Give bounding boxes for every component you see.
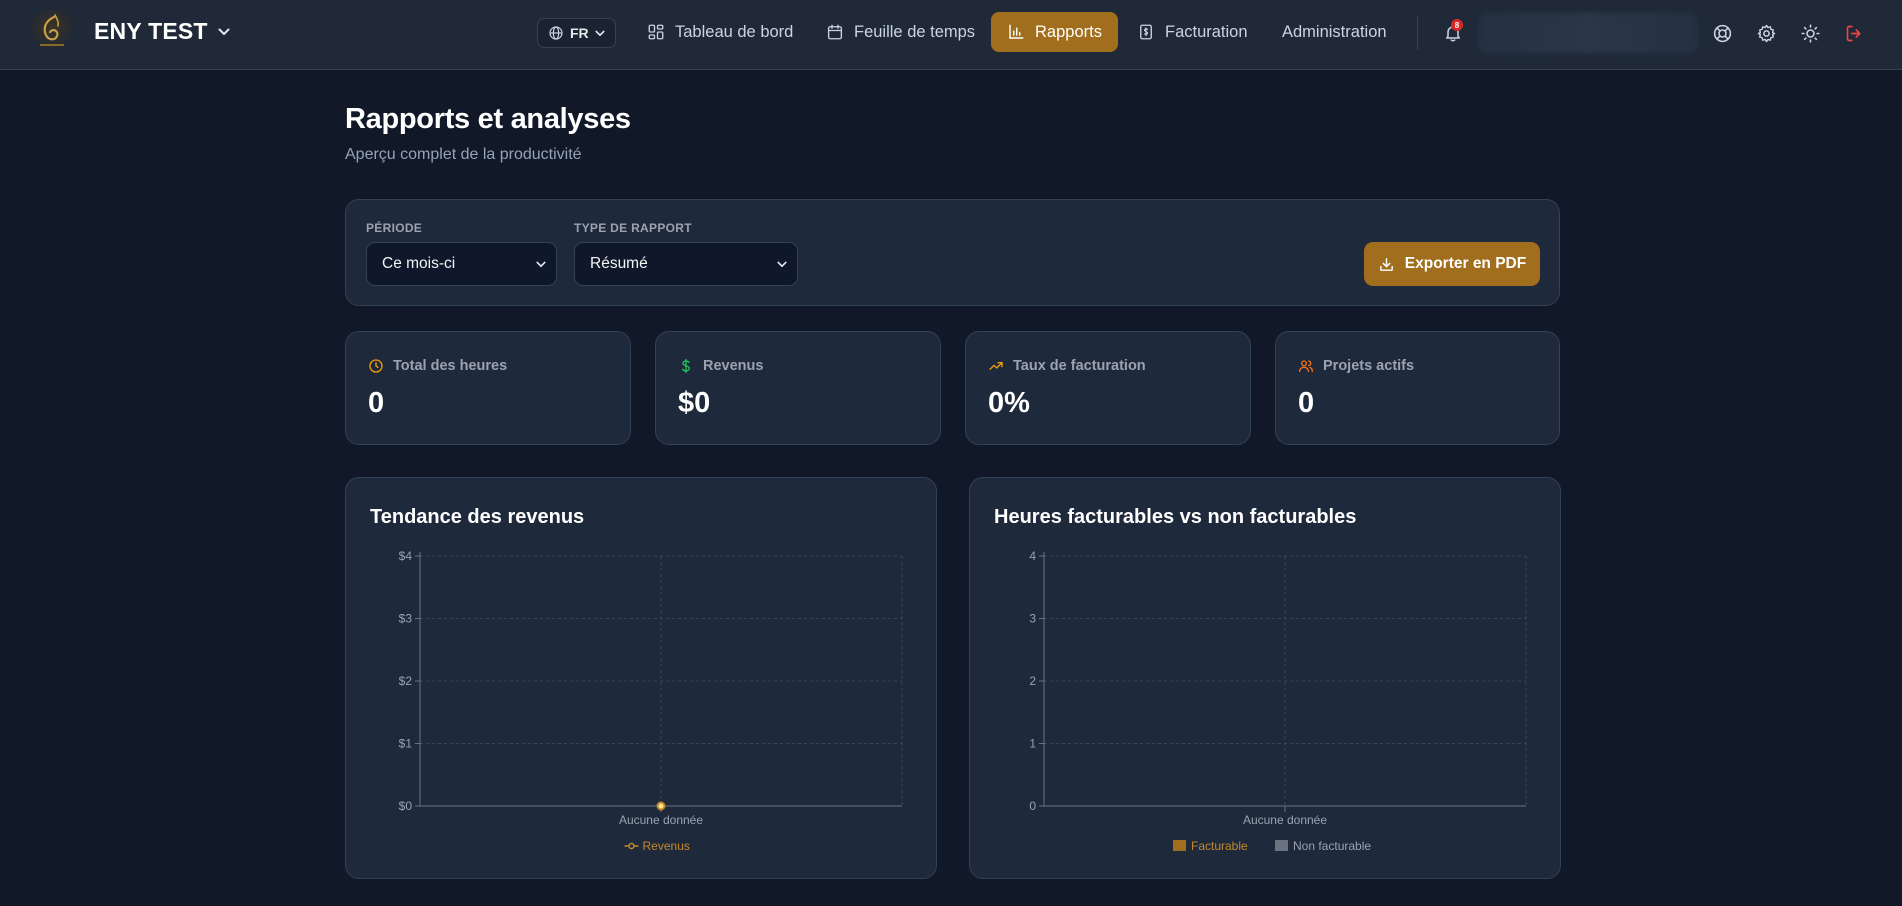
stat-card-billing-rate: Taux de facturation 0% bbox=[965, 331, 1251, 445]
chevron-down-icon bbox=[777, 261, 787, 267]
stat-label: Taux de facturation bbox=[1013, 358, 1146, 374]
language-selector[interactable]: FR bbox=[537, 18, 616, 48]
chevron-down-icon bbox=[595, 30, 605, 36]
bar-chart-icon bbox=[1009, 24, 1024, 39]
y-tick-label: $1 bbox=[399, 737, 413, 751]
top-navbar: ENY TEST FR Tableau de bord Feuille de t… bbox=[0, 0, 1902, 70]
y-tick-label: 1 bbox=[1029, 737, 1036, 751]
logo-mark-icon bbox=[40, 14, 64, 46]
clock-icon bbox=[369, 359, 383, 373]
chevron-down-icon bbox=[218, 28, 230, 35]
settings-button[interactable] bbox=[1752, 19, 1780, 47]
page-subtitle: Aperçu complet de la productivité bbox=[345, 146, 582, 163]
theme-toggle-button[interactable] bbox=[1796, 19, 1824, 47]
nav-label: Rapports bbox=[1035, 22, 1102, 41]
nav-dashboard[interactable]: Tableau de bord bbox=[631, 12, 809, 52]
revenue-trend-chart: $0 $1 $2 $3 $4 Aucune donnée Revenus bbox=[399, 549, 903, 853]
nav-reports[interactable]: Rapports bbox=[991, 12, 1118, 52]
help-button[interactable] bbox=[1708, 19, 1736, 47]
stat-value: 0 bbox=[368, 387, 385, 419]
period-label: PÉRIODE bbox=[366, 221, 423, 235]
legend-label: Facturable bbox=[1191, 839, 1248, 853]
y-tick-label: 4 bbox=[1029, 549, 1036, 563]
data-point bbox=[656, 801, 666, 811]
stat-card-total-hours: Total des heures 0 bbox=[345, 331, 631, 445]
calendar-icon bbox=[827, 24, 843, 40]
report-type-select-value: Résumé bbox=[590, 255, 648, 272]
report-type-select[interactable]: Résumé bbox=[574, 242, 798, 286]
y-tick-label: 3 bbox=[1029, 612, 1036, 626]
stat-label: Projets actifs bbox=[1323, 358, 1415, 374]
company-logo[interactable] bbox=[30, 10, 74, 54]
period-select[interactable]: Ce mois-ci bbox=[366, 242, 557, 286]
x-tick-label: Aucune donnée bbox=[1243, 813, 1327, 827]
y-tick-label: 0 bbox=[1029, 799, 1036, 813]
legend-label: Non facturable bbox=[1293, 839, 1371, 853]
stat-value: 0% bbox=[988, 387, 1030, 419]
stat-header: Projets actifs bbox=[1298, 358, 1414, 374]
user-profile-redacted[interactable] bbox=[1478, 13, 1698, 53]
notification-count-badge: 8 bbox=[1451, 19, 1463, 31]
y-tick-label: $2 bbox=[399, 674, 413, 688]
logout-button[interactable] bbox=[1840, 19, 1868, 47]
stat-label: Total des heures bbox=[393, 358, 508, 374]
page-title: Rapports et analyses bbox=[345, 103, 631, 135]
stat-label: Revenus bbox=[703, 358, 764, 374]
stat-card-revenue: Revenus $0 bbox=[655, 331, 941, 445]
nav-label: Tableau de bord bbox=[675, 22, 794, 41]
users-icon bbox=[1299, 360, 1313, 372]
nav-divider bbox=[1417, 16, 1418, 50]
sun-icon bbox=[1800, 23, 1820, 43]
billable-hours-card: Heures facturables vs non facturables 01… bbox=[969, 477, 1561, 879]
period-select-value: Ce mois-ci bbox=[382, 255, 456, 272]
export-pdf-button[interactable]: Exporter en PDF bbox=[1364, 242, 1540, 286]
legend-swatch bbox=[1275, 840, 1288, 851]
dashboard-icon bbox=[648, 24, 664, 40]
stat-value: 0 bbox=[1298, 387, 1315, 419]
globe-icon bbox=[549, 26, 563, 40]
language-code: FR bbox=[570, 25, 589, 41]
stat-card-active-projects: Projets actifs 0 bbox=[1275, 331, 1560, 445]
stat-value: $0 bbox=[678, 387, 711, 419]
billable-hours-chart: 0 1 2 3 4 Aucune donnée Facturable Non facturab… bbox=[1029, 549, 1527, 853]
lifebuoy-icon bbox=[1713, 24, 1731, 42]
stat-header: Taux de facturation bbox=[988, 358, 1146, 374]
trending-up-icon bbox=[989, 362, 1003, 370]
nav-administration[interactable]: Administration bbox=[1266, 12, 1403, 52]
y-tick-label: $4 bbox=[399, 549, 413, 563]
chevron-down-icon bbox=[536, 261, 546, 267]
nav-label: Administration bbox=[1282, 22, 1387, 41]
legend-swatch bbox=[628, 842, 635, 850]
stat-header: Revenus bbox=[678, 358, 763, 374]
invoice-icon bbox=[1140, 24, 1152, 40]
download-icon bbox=[1379, 257, 1393, 271]
nav-label: Facturation bbox=[1165, 22, 1248, 41]
y-tick-label: 2 bbox=[1029, 674, 1036, 688]
revenue-trend-card: Tendance des revenus $0 $1 $2 $3 $4 Aucune do… bbox=[345, 477, 937, 879]
gear-icon bbox=[1757, 24, 1775, 42]
y-tick-label: $0 bbox=[399, 799, 413, 813]
x-tick-label: Aucune donnée bbox=[619, 813, 703, 827]
nav-label: Feuille de temps bbox=[854, 22, 976, 41]
legend-swatch bbox=[1173, 840, 1186, 851]
dollar-icon bbox=[682, 359, 690, 373]
export-pdf-label: Exporter en PDF bbox=[1404, 255, 1527, 272]
workspace-switcher[interactable]: ENY TEST bbox=[94, 18, 230, 45]
y-tick-label: $3 bbox=[399, 612, 413, 626]
workspace-name: ENY TEST bbox=[94, 18, 208, 44]
nav-timesheet[interactable]: Feuille de temps bbox=[810, 12, 991, 52]
stat-header: Total des heures bbox=[368, 358, 507, 374]
nav-billing[interactable]: Facturation bbox=[1121, 12, 1264, 52]
legend-label: Revenus bbox=[643, 839, 690, 853]
report-type-label: TYPE DE RAPPORT bbox=[574, 221, 692, 235]
logout-icon bbox=[1846, 25, 1861, 41]
